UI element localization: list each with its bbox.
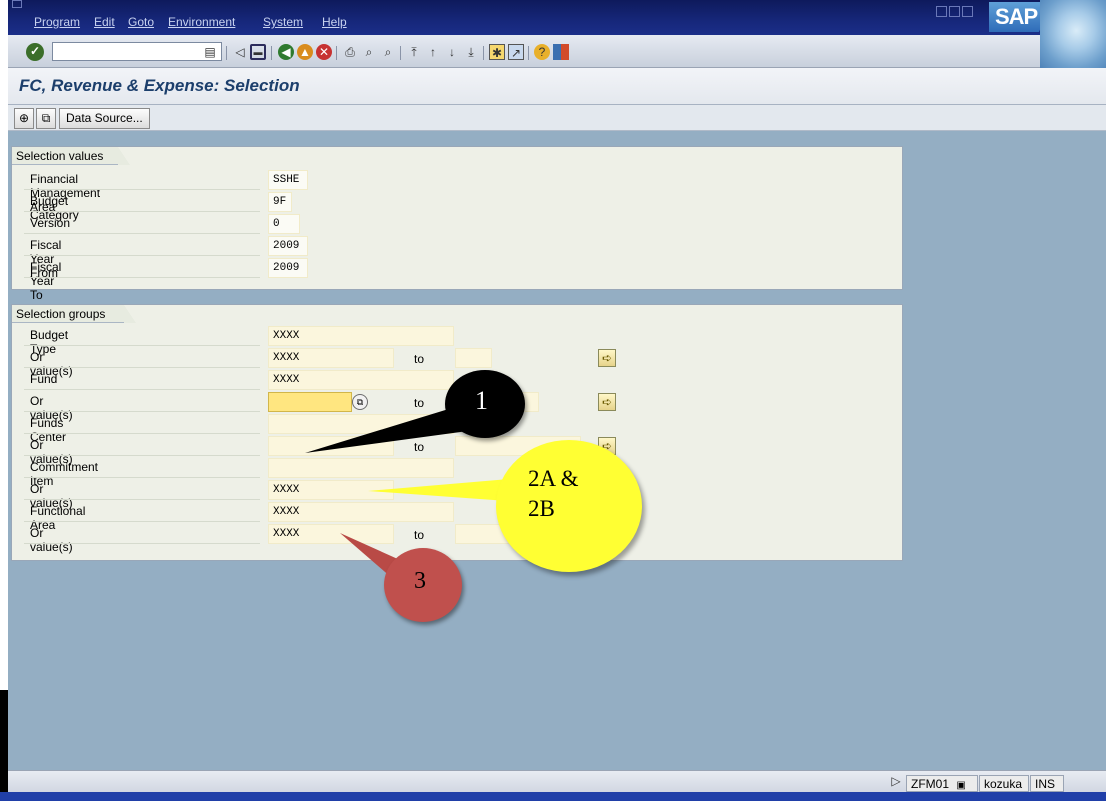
callout-1: 1 bbox=[445, 370, 525, 438]
transaction-cell: ZFM01 ▣ bbox=[906, 775, 978, 792]
transaction-code: ZFM01 bbox=[911, 777, 950, 791]
callout-1-label: 1 bbox=[475, 386, 488, 415]
callout-2a-label: 2A & bbox=[528, 466, 579, 491]
server-list-icon[interactable]: ▣ bbox=[956, 780, 965, 791]
callout-3-label: 3 bbox=[414, 568, 426, 594]
callout-3: 3 bbox=[384, 548, 462, 622]
callout-2: 2A & 2B bbox=[496, 440, 642, 572]
status-expand-icon[interactable]: ▷ bbox=[888, 773, 904, 789]
callout-tails bbox=[305, 400, 522, 578]
user-cell: kozuka bbox=[979, 775, 1029, 792]
status-bar: ▷ ZFM01 ▣ kozuka INS bbox=[8, 770, 1106, 792]
windows-taskbar bbox=[0, 792, 1106, 801]
callout-2b-label: 2B bbox=[528, 496, 555, 521]
insert-mode-cell: INS bbox=[1030, 775, 1064, 792]
